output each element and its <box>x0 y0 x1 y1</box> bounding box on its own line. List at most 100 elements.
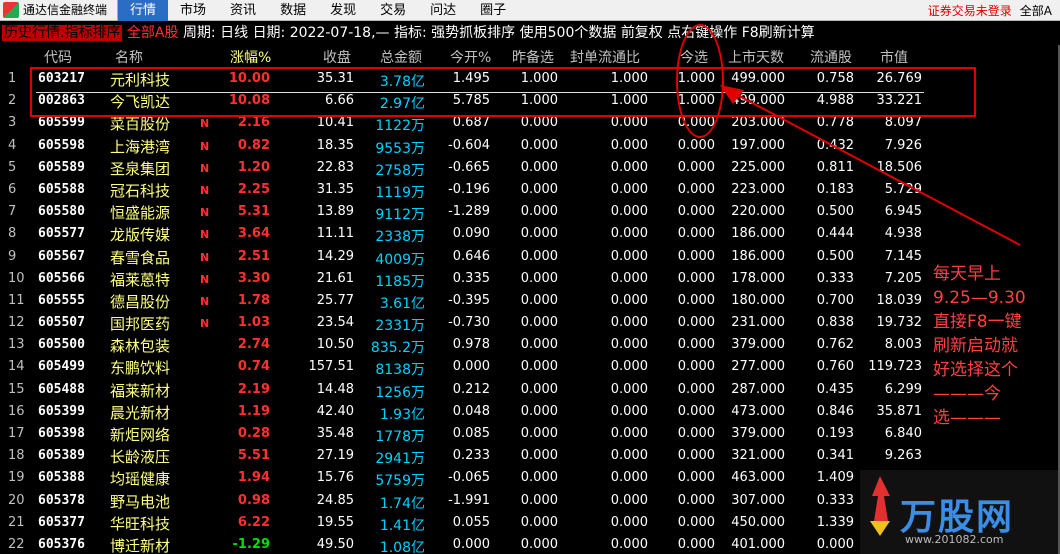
prev-pick: 0.000 <box>520 115 558 131</box>
col-close[interactable]: 收盘 <box>323 47 351 67</box>
logo-figure-icon <box>870 476 890 536</box>
close-price: 21.61 <box>316 270 354 286</box>
menu-item-discover[interactable]: 发现 <box>318 0 368 21</box>
today-pick: 0.000 <box>677 337 715 353</box>
menu-item-trade[interactable]: 交易 <box>368 0 418 21</box>
float-shares: 0.762 <box>816 337 854 353</box>
listed-days: 450.000 <box>731 514 785 530</box>
seal-ratio: 0.000 <box>610 514 648 530</box>
today-pick: 0.000 <box>677 514 715 530</box>
note-line: 直接F8一键 <box>933 312 1022 332</box>
prev-pick: 0.000 <box>520 159 558 175</box>
table-row[interactable]: 10 605566 福莱蒽特 N 3.30 21.61 1185万 0.335 0.000 0.0… <box>0 268 930 290</box>
new-flag: N <box>200 206 210 220</box>
today-pick: 0.000 <box>677 315 715 331</box>
change-pct: 3.64 <box>237 226 270 242</box>
table-row[interactable]: 21 605377 华旺科技 6.22 19.55 1.41亿 0.055 0.000 0.00… <box>0 512 930 534</box>
stock-name: 森林包装 <box>110 337 171 356</box>
close-price: 10.41 <box>316 115 354 131</box>
stock-code: 605580 <box>38 204 85 220</box>
col-open[interactable]: 今开% <box>450 47 491 67</box>
table-row[interactable]: 17 605398 新炬网络 0.28 35.48 1778万 0.085 0.000 0.00… <box>0 423 930 445</box>
menu-item-circle[interactable]: 圈子 <box>468 0 518 21</box>
row-index: 17 <box>8 426 25 441</box>
note-line: ———今 <box>933 384 1001 404</box>
new-flag: N <box>200 183 210 197</box>
open-pct: -0.604 <box>448 137 490 153</box>
total-amount: 1.08亿 <box>379 539 425 554</box>
prev-pick: 0.000 <box>520 381 558 397</box>
stock-code: 605398 <box>38 426 85 441</box>
stock-name: 新炬网络 <box>110 426 171 444</box>
app-title: 通达信金融终端 <box>23 0 119 21</box>
row-index: 1 <box>8 71 17 86</box>
market-value: 8.003 <box>884 337 922 353</box>
market-value: 7.205 <box>884 270 922 286</box>
usage-label: 使用500个数据 <box>519 25 617 41</box>
market-value: 18.039 <box>876 292 923 308</box>
table-row[interactable]: 14 605499 东鹏饮料 0.74 157.51 8138万 0.000 0.000 0.0… <box>0 356 930 378</box>
col-change[interactable]: 涨幅% <box>230 47 271 67</box>
table-row[interactable]: 13 605500 森林包装 2.74 10.50 835.2万 0.978 0.000 0.0… <box>0 334 930 356</box>
scope-label[interactable]: 全部A股 <box>127 25 179 41</box>
stock-name: 国邦医药 <box>110 315 171 334</box>
table-row[interactable]: 16 605399 晨光新材 1.19 42.40 1.93亿 0.048 0.000 0.00… <box>0 401 930 423</box>
table-row[interactable]: 20 605378 野马电池 0.98 24.85 1.74亿 -1.991 0.000 0.0… <box>0 490 930 512</box>
market-value: 19.732 <box>876 315 923 331</box>
row-index: 10 <box>8 270 25 286</box>
row-index: 9 <box>8 248 17 264</box>
fq-label: 前复权 <box>620 25 663 41</box>
new-flag: N <box>200 139 210 153</box>
today-pick: 0.000 <box>677 270 715 286</box>
seal-ratio: 0.000 <box>610 536 648 552</box>
total-amount: 2331万 <box>375 318 425 335</box>
row-index: 3 <box>8 115 17 131</box>
col-prev-pick[interactable]: 昨备选 <box>512 47 554 67</box>
open-pct: -0.730 <box>448 315 490 331</box>
login-status-link[interactable]: 证券交易未登录 <box>928 2 1020 19</box>
seal-ratio: 0.000 <box>610 470 648 486</box>
stock-name: 冠石科技 <box>110 181 171 200</box>
table-row[interactable]: 19 605388 均瑶健康 1.94 15.76 5759万 -0.065 0.000 0.0… <box>0 467 930 489</box>
seal-ratio: 0.000 <box>610 337 648 353</box>
today-pick: 0.000 <box>677 448 715 464</box>
seal-ratio: 0.000 <box>610 381 648 397</box>
menu-item-news[interactable]: 资讯 <box>218 0 268 21</box>
stock-code: 605566 <box>38 270 85 286</box>
table-row[interactable]: 11 605555 德昌股份 N 1.78 25.77 3.61亿 -0.395 0.000 0.… <box>0 290 930 312</box>
menu-item-market[interactable]: 市场 <box>168 0 218 21</box>
row-index: 21 <box>8 514 25 530</box>
new-flag: N <box>200 228 210 242</box>
table-row[interactable]: 15 605488 福莱新材 2.19 14.48 1256万 0.212 0.000 0.00… <box>0 379 930 401</box>
table-row[interactable]: 18 605389 长龄液压 5.51 27.19 2941万 0.233 0.000 0.00… <box>0 445 930 467</box>
close-price: 14.29 <box>316 248 354 264</box>
note-line: 9.25—9.30 <box>933 288 1026 308</box>
row-index: 16 <box>8 403 25 419</box>
change-pct: 0.82 <box>237 137 270 153</box>
close-price: 24.85 <box>316 492 354 508</box>
open-pct: -0.065 <box>448 470 490 486</box>
menu-item-data[interactable]: 数据 <box>268 0 318 21</box>
total-amount: 2941万 <box>375 451 425 468</box>
listed-days: 379.000 <box>731 337 785 353</box>
row-index: 8 <box>8 226 17 242</box>
scope-link[interactable]: 全部A <box>1020 2 1060 19</box>
table-row[interactable]: 22 605376 博迁新材 -1.29 49.50 1.08亿 0.000 0.000 0.0… <box>0 534 930 554</box>
prev-pick: 0.000 <box>520 470 558 486</box>
stock-code: 605377 <box>38 514 85 530</box>
menu-item-quotes[interactable]: 行情 <box>118 0 169 21</box>
col-name[interactable]: 名称 <box>115 47 143 67</box>
table-row[interactable]: 12 605507 国邦医药 N 1.03 23.54 2331万 -0.730 0.000 0.… <box>0 312 930 334</box>
stock-name: 晨光新材 <box>110 403 171 422</box>
stock-name: 博迁新材 <box>110 536 171 554</box>
col-seal-ratio[interactable]: 封单流通比 <box>570 47 640 67</box>
mode-label[interactable]: 历史行情.指标排序 <box>2 25 123 41</box>
indicator-label: 指标: 强势抓板排序 <box>394 25 516 41</box>
col-code[interactable]: 代码 <box>44 47 72 67</box>
seal-ratio: 0.000 <box>610 270 648 286</box>
listed-days: 463.000 <box>731 470 785 486</box>
listed-days: 277.000 <box>731 359 785 375</box>
col-amount[interactable]: 总金额 <box>380 47 422 67</box>
open-pct: 0.212 <box>452 381 490 397</box>
menu-item-ask[interactable]: 问达 <box>418 0 468 21</box>
